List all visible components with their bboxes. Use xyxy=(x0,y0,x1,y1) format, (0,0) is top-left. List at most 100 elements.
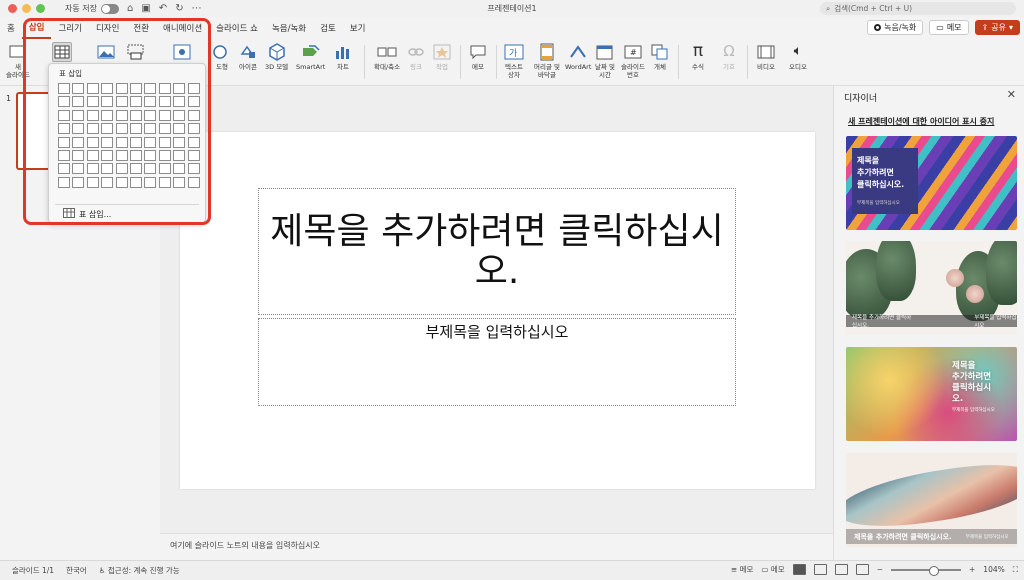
slide-sorter-button[interactable] xyxy=(813,564,827,575)
datetime-button[interactable]: 날짜 및 시간 xyxy=(595,42,615,79)
table-grid-cell[interactable] xyxy=(144,109,157,121)
tab-insert[interactable]: 삽입 xyxy=(21,17,52,39)
table-grid-cell[interactable] xyxy=(129,123,142,135)
table-grid-cell[interactable] xyxy=(158,109,171,121)
insert-table-menu-item[interactable]: 표 삽입... xyxy=(63,208,111,220)
table-grid-cell[interactable] xyxy=(115,83,128,94)
table-grid-cell[interactable] xyxy=(187,83,200,94)
accessibility-status[interactable]: ♿︎ 접근성: 계속 진행 가능 xyxy=(99,565,180,576)
tab-home[interactable]: 홈 xyxy=(0,17,22,39)
tab-transitions[interactable]: 전환 xyxy=(126,17,156,39)
table-grid-cell[interactable] xyxy=(115,163,128,175)
zoom-level[interactable]: 104% xyxy=(983,565,1004,574)
video-button[interactable]: 비디오 xyxy=(756,42,776,72)
table-grid-cell[interactable] xyxy=(173,149,186,161)
table-grid-cell[interactable] xyxy=(129,136,142,148)
more-icon[interactable]: ⋯ xyxy=(192,3,202,14)
stop-ideas-link[interactable]: 새 프레젠테이션에 대한 아이디어 표시 중지 xyxy=(848,116,994,127)
table-grid-cell[interactable] xyxy=(144,83,157,94)
textbox-button[interactable]: 가 텍스트 상자 xyxy=(504,42,524,79)
tab-design[interactable]: 디자인 xyxy=(89,17,126,39)
subtitle-placeholder[interactable]: 부제목을 입력하십시오 xyxy=(258,318,736,406)
symbol-button[interactable]: Ω 기호 xyxy=(719,42,739,72)
table-grid-cell[interactable] xyxy=(58,136,70,148)
table-grid-cell[interactable] xyxy=(158,163,171,175)
table-button[interactable] xyxy=(52,42,72,64)
table-grid-cell[interactable] xyxy=(86,176,99,188)
table-grid-cell[interactable] xyxy=(129,163,142,175)
table-grid-cell[interactable] xyxy=(158,83,171,94)
table-grid-cell[interactable] xyxy=(86,109,99,121)
comments-toggle[interactable]: ▭ 메모 xyxy=(761,564,784,575)
zoom-slider[interactable] xyxy=(891,565,961,576)
fit-slide-icon[interactable]: ⛶ xyxy=(1013,565,1018,575)
notes-pane[interactable]: 여기에 슬라이드 노트의 내용을 입력하십시오 xyxy=(160,533,833,560)
slide-canvas[interactable]: 제목을 추가하려면 클릭하십시오. 부제목을 입력하십시오 xyxy=(180,132,815,489)
table-grid-cell[interactable] xyxy=(115,136,128,148)
shapes-button[interactable]: 도형 xyxy=(212,42,232,72)
table-grid-cell[interactable] xyxy=(187,136,200,148)
table-size-grid[interactable] xyxy=(58,83,200,188)
table-grid-cell[interactable] xyxy=(144,96,157,108)
table-grid-cell[interactable] xyxy=(129,83,142,94)
audio-button[interactable]: 🔈︎ 오디오 xyxy=(788,42,808,72)
table-grid-cell[interactable] xyxy=(187,163,200,175)
table-grid-cell[interactable] xyxy=(115,176,128,188)
table-grid-cell[interactable] xyxy=(58,176,70,188)
wordart-button[interactable]: WordArt xyxy=(565,42,591,72)
tab-slideshow[interactable]: 슬라이드 쇼 xyxy=(209,17,265,39)
reading-view-button[interactable] xyxy=(834,564,848,575)
table-grid-cell[interactable] xyxy=(158,149,171,161)
table-grid-cell[interactable] xyxy=(173,109,186,121)
table-grid-cell[interactable] xyxy=(72,149,85,161)
table-grid-cell[interactable] xyxy=(58,123,70,135)
tab-record[interactable]: 녹음/녹화 xyxy=(265,17,313,39)
zoom-button[interactable]: 확대/축소 xyxy=(374,42,400,72)
normal-view-button[interactable] xyxy=(792,564,806,575)
table-grid-cell[interactable] xyxy=(101,123,114,135)
record-button[interactable]: 녹음/녹화 xyxy=(867,20,924,35)
comments-button[interactable]: ▭ 메모 xyxy=(929,20,969,35)
table-grid-cell[interactable] xyxy=(173,96,186,108)
insert-comment-button[interactable]: 메모 xyxy=(468,42,488,72)
table-grid-cell[interactable] xyxy=(86,123,99,135)
table-grid-cell[interactable] xyxy=(58,149,70,161)
table-grid-cell[interactable] xyxy=(158,123,171,135)
table-grid-cell[interactable] xyxy=(86,149,99,161)
table-grid-cell[interactable] xyxy=(115,109,128,121)
autosave-toggle[interactable] xyxy=(100,3,119,14)
table-grid-cell[interactable] xyxy=(58,83,70,94)
table-grid-cell[interactable] xyxy=(187,176,200,188)
close-window-button[interactable] xyxy=(8,4,17,13)
table-grid-cell[interactable] xyxy=(72,163,85,175)
table-grid-cell[interactable] xyxy=(101,163,114,175)
close-icon[interactable]: ✕ xyxy=(1007,88,1016,101)
table-grid-cell[interactable] xyxy=(101,109,114,121)
table-grid-cell[interactable] xyxy=(115,149,128,161)
tab-draw[interactable]: 그리기 xyxy=(51,17,88,39)
table-grid-cell[interactable] xyxy=(86,136,99,148)
table-grid-cell[interactable] xyxy=(158,96,171,108)
tab-review[interactable]: 검토 xyxy=(313,17,343,39)
save-icon[interactable]: ▣ xyxy=(141,3,150,14)
table-grid-cell[interactable] xyxy=(101,96,114,108)
slide-thumbnail[interactable] xyxy=(16,92,48,170)
table-grid-cell[interactable] xyxy=(86,163,99,175)
design-idea-1[interactable]: 제목을 추가하려면 클릭하십시오. 부제목을 입력하십시오 xyxy=(846,136,1017,230)
chart-button[interactable]: 차트 xyxy=(333,42,353,72)
zoom-in-button[interactable]: + xyxy=(969,565,975,574)
table-grid-cell[interactable] xyxy=(115,96,128,108)
table-grid-cell[interactable] xyxy=(173,136,186,148)
table-grid-cell[interactable] xyxy=(101,83,114,94)
table-grid-cell[interactable] xyxy=(86,83,99,94)
table-grid-cell[interactable] xyxy=(129,96,142,108)
photo-album-button[interactable] xyxy=(172,42,192,64)
slide-number-button[interactable]: # 슬라이드 번호 xyxy=(621,42,645,79)
3d-models-button[interactable]: 3D 모델 xyxy=(265,42,288,72)
tab-view[interactable]: 보기 xyxy=(343,17,373,39)
table-grid-cell[interactable] xyxy=(173,176,186,188)
table-grid-cell[interactable] xyxy=(144,149,157,161)
equation-button[interactable]: π 수식 xyxy=(688,42,708,72)
table-grid-cell[interactable] xyxy=(72,136,85,148)
table-grid-cell[interactable] xyxy=(72,109,85,121)
